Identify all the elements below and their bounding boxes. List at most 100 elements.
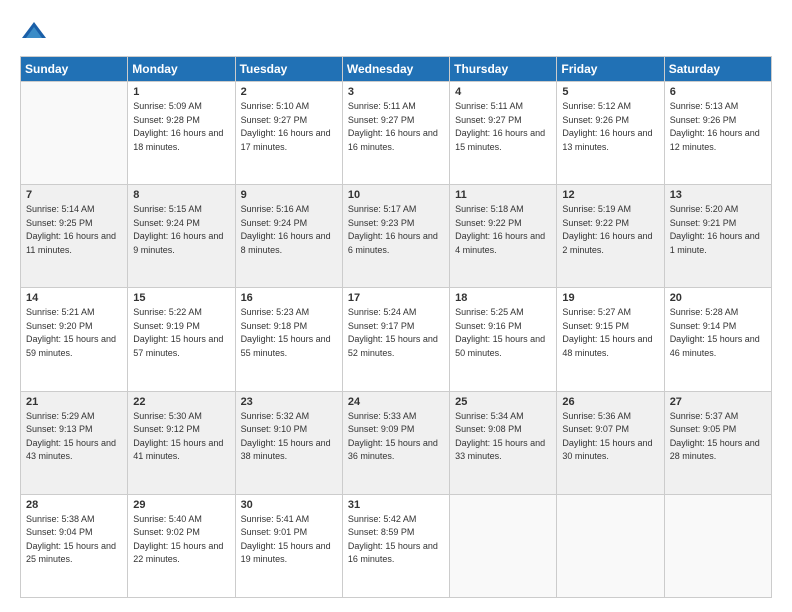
day-number: 27 xyxy=(670,396,766,408)
calendar-cell: 1 Sunrise: 5:09 AMSunset: 9:28 PMDaylight… xyxy=(128,82,235,185)
day-number: 17 xyxy=(348,292,444,304)
weekday-header-saturday: Saturday xyxy=(664,57,771,82)
day-info: Sunrise: 5:23 AMSunset: 9:18 PMDaylight:… xyxy=(241,306,337,360)
day-number: 13 xyxy=(670,189,766,201)
calendar-cell: 28 Sunrise: 5:38 AMSunset: 9:04 PMDayligh… xyxy=(21,494,128,597)
calendar-cell: 14 Sunrise: 5:21 AMSunset: 9:20 PMDayligh… xyxy=(21,288,128,391)
day-number: 21 xyxy=(26,396,122,408)
day-info: Sunrise: 5:11 AMSunset: 9:27 PMDaylight:… xyxy=(348,100,444,154)
weekday-header-tuesday: Tuesday xyxy=(235,57,342,82)
calendar-cell: 20 Sunrise: 5:28 AMSunset: 9:14 PMDayligh… xyxy=(664,288,771,391)
day-number: 25 xyxy=(455,396,551,408)
calendar-cell: 5Sunrise: 5:12 AMSunset: 9:26 PMDaylight… xyxy=(557,82,664,185)
calendar-cell: 18 Sunrise: 5:25 AMSunset: 9:16 PMDayligh… xyxy=(450,288,557,391)
day-info: Sunrise: 5:19 AMSunset: 9:22 PMDaylight:… xyxy=(562,203,658,257)
day-number: 19 xyxy=(562,292,658,304)
calendar-cell: 2 Sunrise: 5:10 AMSunset: 9:27 PMDaylight… xyxy=(235,82,342,185)
header xyxy=(20,18,772,46)
day-number: 23 xyxy=(241,396,337,408)
day-number: 9 xyxy=(241,189,337,201)
calendar-cell: 21Sunrise: 5:29 AMSunset: 9:13 PMDayligh… xyxy=(21,391,128,494)
calendar-cell: 22 Sunrise: 5:30 AMSunset: 9:12 PMDayligh… xyxy=(128,391,235,494)
day-info: Sunrise: 5:36 AMSunset: 9:07 PMDaylight:… xyxy=(562,410,658,464)
calendar-cell: 16 Sunrise: 5:23 AMSunset: 9:18 PMDayligh… xyxy=(235,288,342,391)
calendar-cell: 26 Sunrise: 5:36 AMSunset: 9:07 PMDayligh… xyxy=(557,391,664,494)
calendar-cell: 9 Sunrise: 5:16 AMSunset: 9:24 PMDaylight… xyxy=(235,185,342,288)
calendar-cell: 11Sunrise: 5:18 AMSunset: 9:22 PMDayligh… xyxy=(450,185,557,288)
day-info: Sunrise: 5:37 AMSunset: 9:05 PMDaylight:… xyxy=(670,410,766,464)
calendar-week-row: 14 Sunrise: 5:21 AMSunset: 9:20 PMDayligh… xyxy=(21,288,772,391)
calendar-cell: 15 Sunrise: 5:22 AMSunset: 9:19 PMDayligh… xyxy=(128,288,235,391)
day-info: Sunrise: 5:12 AMSunset: 9:26 PMDaylight:… xyxy=(562,100,658,154)
weekday-header-sunday: Sunday xyxy=(21,57,128,82)
day-number: 16 xyxy=(241,292,337,304)
day-info: Sunrise: 5:32 AMSunset: 9:10 PMDaylight:… xyxy=(241,410,337,464)
weekday-header-friday: Friday xyxy=(557,57,664,82)
day-info: Sunrise: 5:16 AMSunset: 9:24 PMDaylight:… xyxy=(241,203,337,257)
day-number: 10 xyxy=(348,189,444,201)
day-info: Sunrise: 5:27 AMSunset: 9:15 PMDaylight:… xyxy=(562,306,658,360)
logo-icon xyxy=(20,18,48,46)
day-number: 22 xyxy=(133,396,229,408)
day-info: Sunrise: 5:25 AMSunset: 9:16 PMDaylight:… xyxy=(455,306,551,360)
day-number: 2 xyxy=(241,86,337,98)
calendar-cell: 29 Sunrise: 5:40 AMSunset: 9:02 PMDayligh… xyxy=(128,494,235,597)
weekday-header-row: SundayMondayTuesdayWednesdayThursdayFrid… xyxy=(21,57,772,82)
day-info: Sunrise: 5:10 AMSunset: 9:27 PMDaylight:… xyxy=(241,100,337,154)
day-number: 14 xyxy=(26,292,122,304)
day-info: Sunrise: 5:30 AMSunset: 9:12 PMDaylight:… xyxy=(133,410,229,464)
calendar-cell: 19 Sunrise: 5:27 AMSunset: 9:15 PMDayligh… xyxy=(557,288,664,391)
calendar-cell xyxy=(21,82,128,185)
calendar-week-row: 7 Sunrise: 5:14 AMSunset: 9:25 PMDaylight… xyxy=(21,185,772,288)
day-info: Sunrise: 5:20 AMSunset: 9:21 PMDaylight:… xyxy=(670,203,766,257)
day-info: Sunrise: 5:40 AMSunset: 9:02 PMDaylight:… xyxy=(133,513,229,567)
day-info: Sunrise: 5:21 AMSunset: 9:20 PMDaylight:… xyxy=(26,306,122,360)
day-info: Sunrise: 5:18 AMSunset: 9:22 PMDaylight:… xyxy=(455,203,551,257)
calendar-cell: 10 Sunrise: 5:17 AMSunset: 9:23 PMDayligh… xyxy=(342,185,449,288)
calendar-cell: 31Sunrise: 5:42 AMSunset: 8:59 PMDayligh… xyxy=(342,494,449,597)
day-number: 20 xyxy=(670,292,766,304)
day-info: Sunrise: 5:15 AMSunset: 9:24 PMDaylight:… xyxy=(133,203,229,257)
day-number: 8 xyxy=(133,189,229,201)
calendar-cell: 7 Sunrise: 5:14 AMSunset: 9:25 PMDaylight… xyxy=(21,185,128,288)
calendar-cell: 12 Sunrise: 5:19 AMSunset: 9:22 PMDayligh… xyxy=(557,185,664,288)
calendar-week-row: 1 Sunrise: 5:09 AMSunset: 9:28 PMDaylight… xyxy=(21,82,772,185)
day-info: Sunrise: 5:28 AMSunset: 9:14 PMDaylight:… xyxy=(670,306,766,360)
day-info: Sunrise: 5:13 AMSunset: 9:26 PMDaylight:… xyxy=(670,100,766,154)
day-number: 6 xyxy=(670,86,766,98)
day-number: 26 xyxy=(562,396,658,408)
calendar-cell: 25 Sunrise: 5:34 AMSunset: 9:08 PMDayligh… xyxy=(450,391,557,494)
day-info: Sunrise: 5:24 AMSunset: 9:17 PMDaylight:… xyxy=(348,306,444,360)
calendar-cell: 3 Sunrise: 5:11 AMSunset: 9:27 PMDaylight… xyxy=(342,82,449,185)
day-info: Sunrise: 5:17 AMSunset: 9:23 PMDaylight:… xyxy=(348,203,444,257)
day-info: Sunrise: 5:34 AMSunset: 9:08 PMDaylight:… xyxy=(455,410,551,464)
day-info: Sunrise: 5:11 AMSunset: 9:27 PMDaylight:… xyxy=(455,100,551,154)
day-number: 7 xyxy=(26,189,122,201)
day-number: 12 xyxy=(562,189,658,201)
calendar-cell xyxy=(450,494,557,597)
day-info: Sunrise: 5:22 AMSunset: 9:19 PMDaylight:… xyxy=(133,306,229,360)
calendar-cell xyxy=(664,494,771,597)
day-number: 24 xyxy=(348,396,444,408)
weekday-header-wednesday: Wednesday xyxy=(342,57,449,82)
day-info: Sunrise: 5:14 AMSunset: 9:25 PMDaylight:… xyxy=(26,203,122,257)
day-number: 28 xyxy=(26,499,122,511)
calendar-cell xyxy=(557,494,664,597)
day-number: 29 xyxy=(133,499,229,511)
day-info: Sunrise: 5:09 AMSunset: 9:28 PMDaylight:… xyxy=(133,100,229,154)
day-info: Sunrise: 5:33 AMSunset: 9:09 PMDaylight:… xyxy=(348,410,444,464)
day-number: 15 xyxy=(133,292,229,304)
calendar-table: SundayMondayTuesdayWednesdayThursdayFrid… xyxy=(20,56,772,598)
day-number: 18 xyxy=(455,292,551,304)
calendar-cell: 6 Sunrise: 5:13 AMSunset: 9:26 PMDaylight… xyxy=(664,82,771,185)
day-info: Sunrise: 5:38 AMSunset: 9:04 PMDaylight:… xyxy=(26,513,122,567)
logo xyxy=(20,18,54,46)
day-info: Sunrise: 5:41 AMSunset: 9:01 PMDaylight:… xyxy=(241,513,337,567)
calendar-cell: 8 Sunrise: 5:15 AMSunset: 9:24 PMDaylight… xyxy=(128,185,235,288)
weekday-header-monday: Monday xyxy=(128,57,235,82)
calendar-cell: 13 Sunrise: 5:20 AMSunset: 9:21 PMDayligh… xyxy=(664,185,771,288)
day-number: 1 xyxy=(133,86,229,98)
day-number: 3 xyxy=(348,86,444,98)
day-number: 4 xyxy=(455,86,551,98)
weekday-header-thursday: Thursday xyxy=(450,57,557,82)
